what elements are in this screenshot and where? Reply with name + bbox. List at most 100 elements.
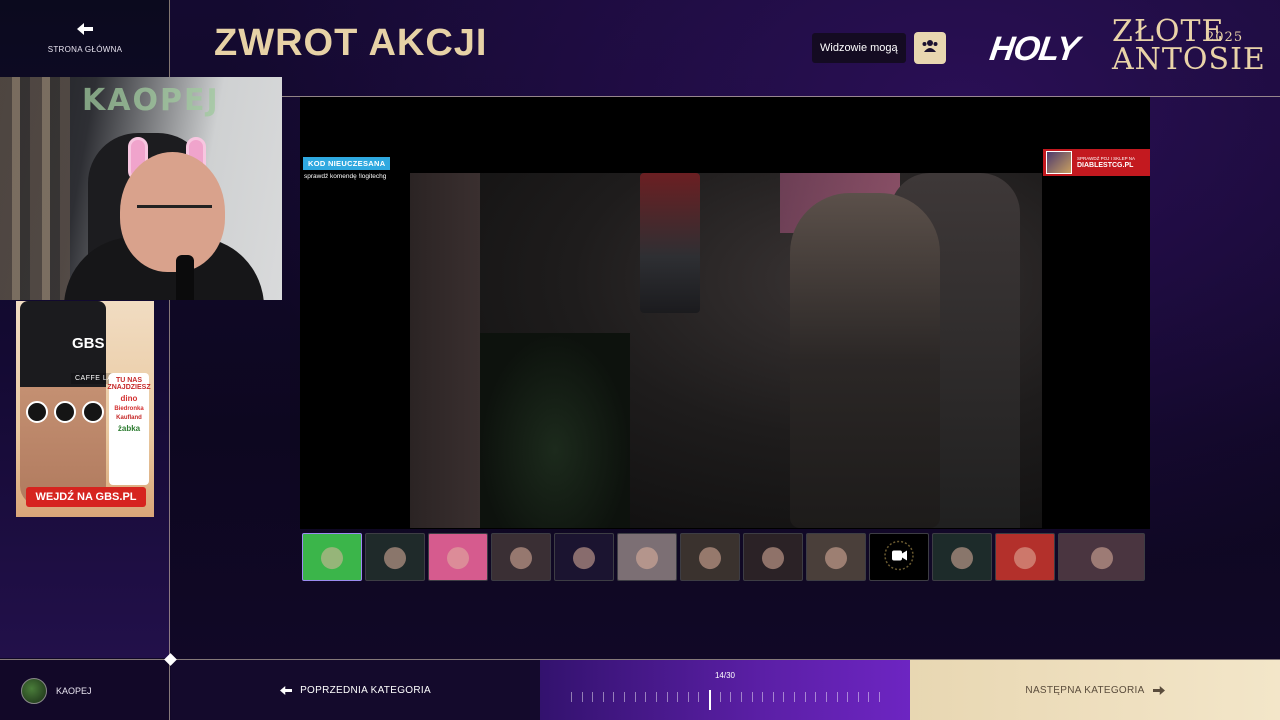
users-icon (921, 39, 939, 58)
next-category-label: NASTĘPNA KATEGORIA (1025, 685, 1145, 696)
home-button[interactable]: STRONA GŁÓWNA (0, 0, 170, 76)
participant-face (636, 547, 658, 570)
webcam-glasses (137, 205, 212, 221)
next-category-button[interactable]: NASTĘPNA KATEGORIA (910, 660, 1280, 720)
participant-face (1014, 547, 1036, 570)
sponsor-banner[interactable]: SPRAWDŹ POJ I SKLEP NA DIABLESTCG.PL (1043, 149, 1150, 176)
ad-brand: GBS (72, 335, 105, 352)
cow-icon (54, 401, 76, 423)
participant-face (573, 547, 595, 570)
bottom-bar: KAOPEJ POPRZEDNIA KATEGORIA 14/30 NASTĘP… (0, 659, 1280, 720)
progress-counter: 14/30 (714, 671, 736, 680)
video-curtain (410, 173, 480, 528)
participant-face (384, 547, 406, 570)
progress-tick (879, 692, 880, 702)
participant-tile[interactable] (932, 533, 992, 581)
arrow-right-icon (1152, 684, 1165, 698)
arrow-left-icon (77, 22, 93, 37)
previous-category-label: POPRZEDNIA KATEGORIA (300, 685, 431, 696)
ad-icons (26, 401, 104, 423)
progress-tick (720, 692, 721, 702)
streamer-webcam: KAOPEJ (0, 77, 282, 300)
participant-face (762, 547, 784, 570)
progress-tick (656, 692, 657, 702)
sponsor-url: DIABLESTCG.PL (1077, 161, 1134, 169)
stream-video[interactable] (410, 173, 1042, 528)
progress-tick (773, 692, 774, 702)
progress-tick (688, 692, 689, 702)
progress-tick (783, 692, 784, 702)
video-person-1 (790, 193, 940, 528)
participant-tile[interactable] (554, 533, 614, 581)
progress-tick (571, 692, 572, 702)
progress-tick (826, 692, 827, 702)
ad-store: żabka (117, 424, 141, 433)
progress-tick (741, 692, 742, 702)
participant-tile[interactable] (617, 533, 677, 581)
participant-tile[interactable] (806, 533, 866, 581)
event-logo-line2: ANTOSIE (1112, 41, 1266, 77)
avatar (21, 677, 47, 704)
webcam-microphone (176, 255, 194, 300)
sponsor-ad[interactable]: GBS CAFFE LATTE TU NAS ZNAJDZIESZ dino B… (16, 301, 154, 517)
event-logo: ZŁOTE ANTOSIE 2025 (1112, 17, 1266, 77)
progress-tick (603, 692, 604, 702)
video-microphone (640, 173, 700, 313)
participant-tile[interactable] (302, 533, 362, 581)
participant-face (825, 547, 847, 570)
ad-stores-heading: TU NAS ZNAJDZIESZ (107, 377, 151, 391)
previous-category-button[interactable]: POPRZEDNIA KATEGORIA (171, 660, 540, 720)
progress-tick (592, 692, 593, 702)
ad-store: dino (120, 394, 138, 403)
viewers-button[interactable] (913, 32, 946, 64)
participant-tile[interactable] (680, 533, 740, 581)
viewers-label: Widzowie mogą (812, 33, 906, 63)
holy-logo: HOLY (987, 30, 1081, 68)
app-root: STRONA GŁÓWNA ZWROT AKCJI Widzowie mogą … (0, 0, 1280, 720)
ad-cta-button[interactable]: WEJDŹ NA GBS.PL (26, 487, 146, 507)
participant-tile[interactable] (743, 533, 803, 581)
user-profile[interactable]: KAOPEJ (0, 660, 170, 720)
participants-strip (302, 533, 1150, 581)
participant-tile[interactable] (491, 533, 551, 581)
participant-tile[interactable] (1058, 533, 1145, 581)
page-title: ZWROT AKCJI (214, 22, 488, 64)
user-name: KAOPEJ (56, 685, 92, 696)
participant-face (1090, 547, 1113, 570)
participant-face (951, 547, 973, 570)
progress-tick (613, 692, 614, 702)
progress-tick (847, 692, 848, 702)
cup-icon (82, 401, 104, 423)
sponsor-small-text: SPRAWDŹ POJ I SKLEP NA (1077, 156, 1136, 162)
ad-store-list: TU NAS ZNAJDZIESZ dino Biedronka Kauflan… (107, 373, 151, 485)
video-christmas-tree (480, 333, 630, 528)
progress-tick (794, 692, 795, 702)
participant-tile[interactable] (995, 533, 1055, 581)
progress-tick (868, 692, 869, 702)
progress-tick (858, 692, 859, 702)
participant-tile[interactable] (365, 533, 425, 581)
promo-code-subtext: sprawdź komendę !logitechg (304, 173, 387, 180)
progress-tick (624, 692, 625, 702)
participant-tile[interactable] (428, 533, 488, 581)
progress-tick (698, 692, 699, 702)
home-label: STRONA GŁÓWNA (47, 44, 123, 54)
progress-tick (730, 692, 731, 702)
progress-tick (805, 692, 806, 702)
progress-tick (635, 692, 636, 702)
participant-face (699, 547, 721, 570)
participant-face (510, 547, 532, 570)
progress-ticks (571, 690, 881, 710)
participant-face (321, 547, 343, 570)
progress-tick (645, 692, 646, 702)
progress-tick (667, 692, 668, 702)
ad-store: Kaufland (116, 415, 142, 421)
ad-store: Biedronka (114, 406, 144, 412)
promo-code-badge: KOD NIEUCZESANA (303, 157, 391, 170)
sponsor-image (1046, 151, 1072, 174)
event-year: 2025 (1206, 30, 1244, 45)
progress-tick (752, 692, 753, 702)
participant-tile[interactable] (869, 533, 929, 581)
video-camera-icon (884, 540, 914, 574)
progress-tick (677, 692, 678, 702)
